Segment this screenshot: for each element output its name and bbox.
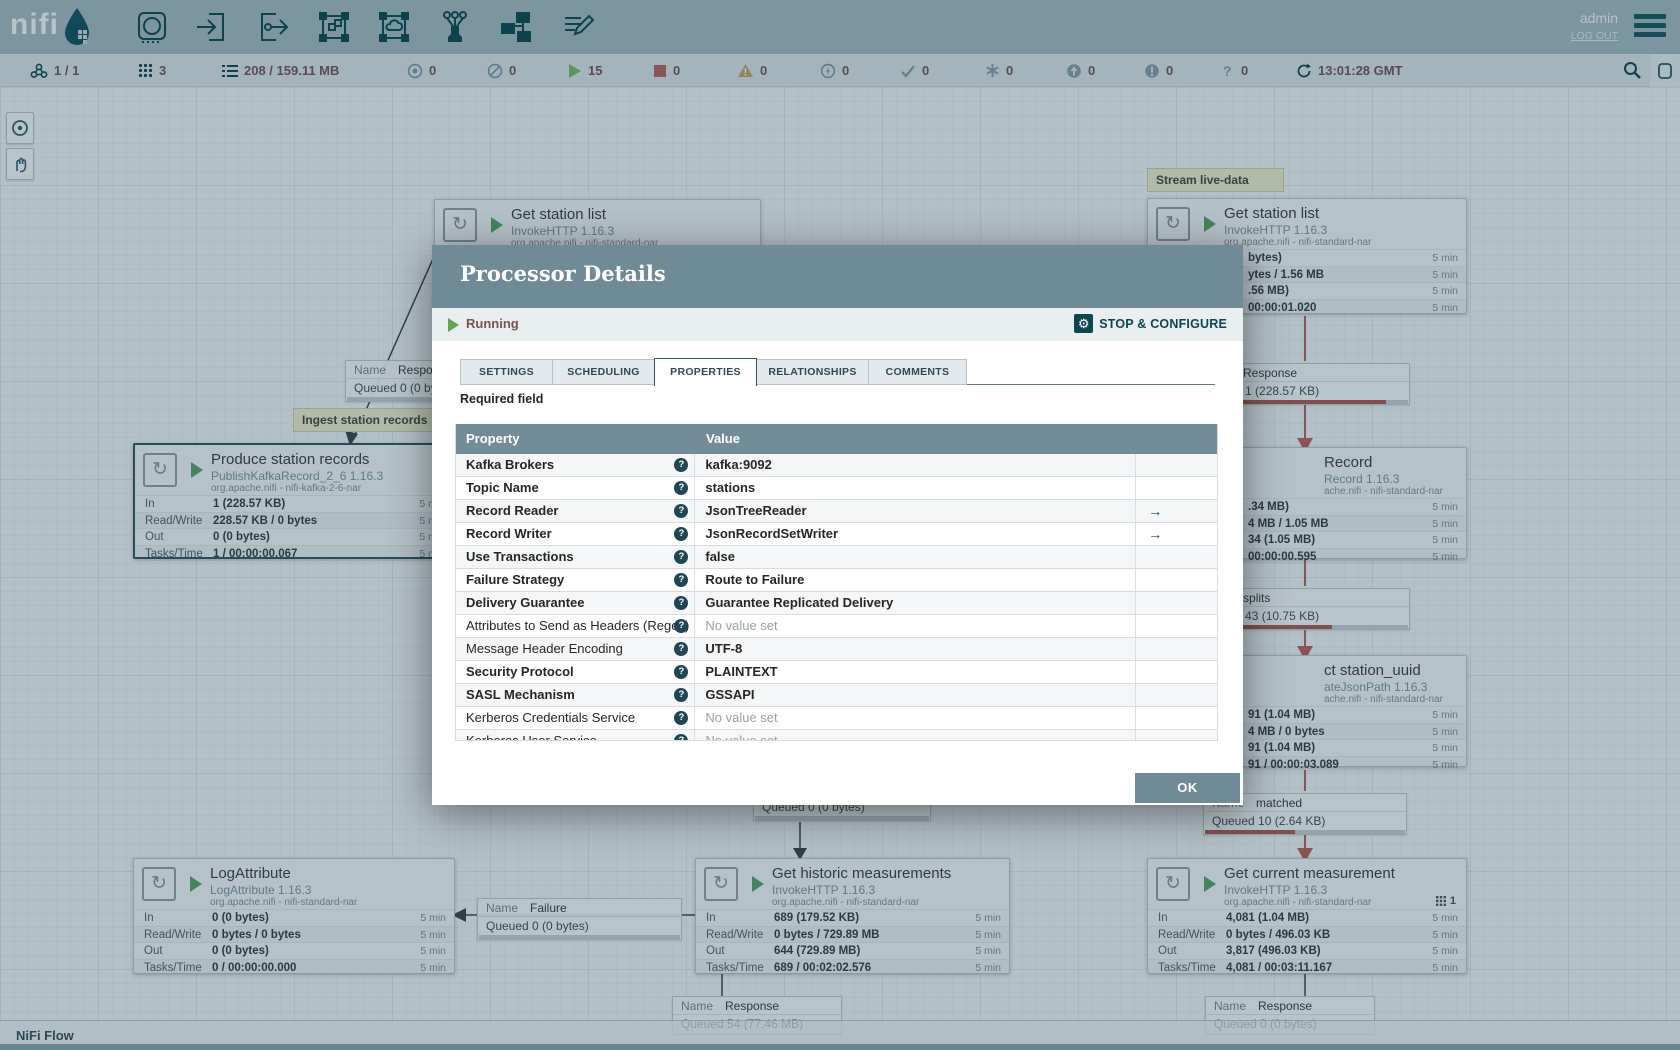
help-icon[interactable]: ? [674, 573, 689, 587]
help-icon[interactable]: ? [674, 550, 689, 564]
property-row[interactable]: Topic Name? stations [456, 477, 1217, 500]
dialog-status-strip: Running ⚙ STOP & CONFIGURE [432, 308, 1243, 341]
go-to-service-icon[interactable]: → [1148, 526, 1162, 542]
tab-comments[interactable]: COMMENTS [868, 359, 967, 385]
required-field-note: Required field [460, 392, 544, 406]
property-row[interactable]: Failure Strategy? Route to Failure [456, 569, 1217, 592]
properties-table[interactable]: Property Value Kafka Brokers? kafka:9092… [455, 424, 1218, 741]
tab-properties[interactable]: PROPERTIES [654, 358, 757, 386]
property-row[interactable]: Use Transactions? false [456, 546, 1217, 569]
dialog-tabs: SETTINGS SCHEDULING PROPERTIES RELATIONS… [460, 358, 1215, 386]
property-row[interactable]: Message Header Encoding? UTF-8 [456, 638, 1217, 661]
property-row[interactable]: SASL Mechanism? GSSAPI [456, 684, 1217, 707]
help-icon[interactable]: ? [674, 527, 689, 541]
dialog-title: Processor Details [460, 261, 666, 286]
ok-button[interactable]: OK [1135, 773, 1240, 803]
help-icon[interactable]: ? [674, 688, 689, 702]
processor-details-dialog: Processor Details Running ⚙ STOP & CONFI… [432, 245, 1243, 805]
property-row[interactable]: Record Writer? JsonRecordSetWriter → [456, 523, 1217, 546]
stop-configure-icon: ⚙ [1074, 314, 1094, 333]
help-icon[interactable]: ? [674, 596, 689, 610]
go-to-service-icon[interactable]: → [1148, 503, 1162, 519]
dialog-header: Processor Details [432, 245, 1243, 308]
property-row[interactable]: Kerberos Credentials Service? No value s… [456, 707, 1217, 730]
run-state-text: Running [466, 316, 519, 331]
help-icon[interactable]: ? [674, 642, 689, 656]
help-icon[interactable]: ? [674, 734, 689, 740]
table-header: Property Value [456, 424, 1217, 454]
tab-relationships[interactable]: RELATIONSHIPS [756, 359, 869, 385]
stop-and-configure-button[interactable]: ⚙ STOP & CONFIGURE [1074, 314, 1227, 333]
property-row[interactable]: Delivery Guarantee? Guarantee Replicated… [456, 592, 1217, 615]
tab-settings[interactable]: SETTINGS [460, 359, 553, 385]
tab-scheduling[interactable]: SCHEDULING [552, 359, 655, 385]
property-row[interactable]: Attributes to Send as Headers (Regex)? N… [456, 615, 1217, 638]
help-icon[interactable]: ? [674, 458, 689, 472]
property-row[interactable]: Kerberos User Service? No value set [456, 730, 1217, 740]
property-row[interactable]: Record Reader? JsonTreeReader → [456, 500, 1217, 523]
help-icon[interactable]: ? [674, 665, 689, 679]
property-row[interactable]: Kafka Brokers? kafka:9092 [456, 454, 1217, 477]
help-icon[interactable]: ? [674, 481, 689, 495]
running-status-icon [448, 318, 459, 332]
help-icon[interactable]: ? [674, 711, 689, 725]
help-icon[interactable]: ? [674, 504, 689, 518]
nifi-app: nifi admin LOG OUT 1 / 1 3 208 / 159.11 … [0, 0, 1680, 1050]
property-row[interactable]: Security Protocol? PLAINTEXT [456, 661, 1217, 684]
